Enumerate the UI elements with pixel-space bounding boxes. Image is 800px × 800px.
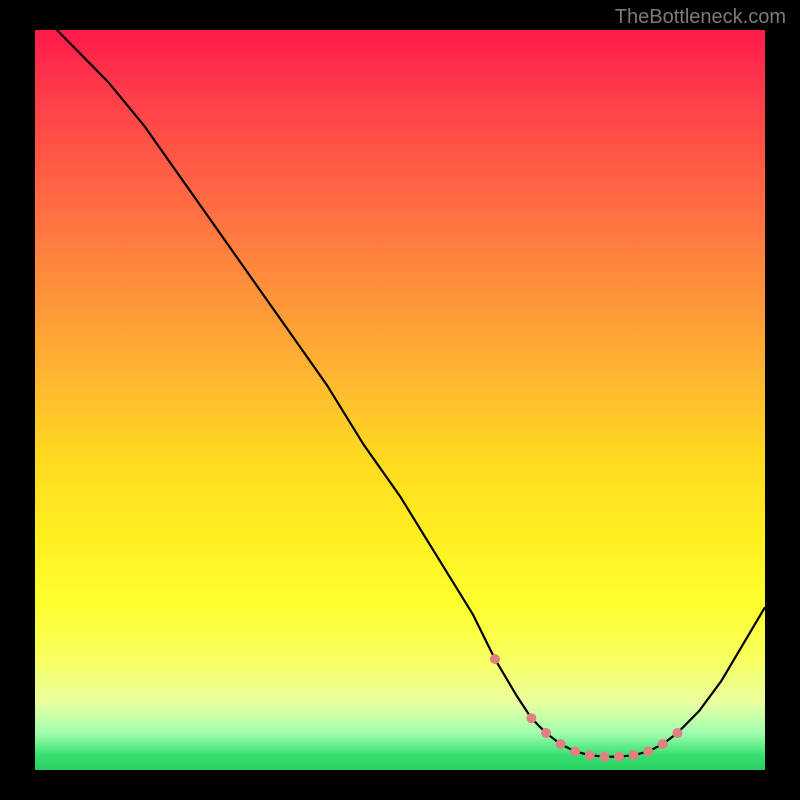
marker-dot bbox=[585, 750, 595, 760]
marker-dot bbox=[570, 747, 580, 757]
marker-dot bbox=[629, 750, 639, 760]
marker-dot bbox=[556, 739, 566, 749]
chart-svg bbox=[35, 30, 765, 770]
curve-markers bbox=[490, 654, 683, 762]
marker-dot bbox=[672, 728, 682, 738]
bottleneck-curve bbox=[57, 30, 765, 757]
marker-dot bbox=[599, 752, 609, 762]
plot-area bbox=[35, 30, 765, 770]
marker-dot bbox=[614, 752, 624, 762]
marker-dot bbox=[658, 739, 668, 749]
marker-dot bbox=[643, 747, 653, 757]
watermark-text: TheBottleneck.com bbox=[615, 6, 786, 29]
marker-dot bbox=[541, 728, 551, 738]
marker-dot bbox=[526, 713, 536, 723]
marker-dot bbox=[490, 654, 500, 664]
